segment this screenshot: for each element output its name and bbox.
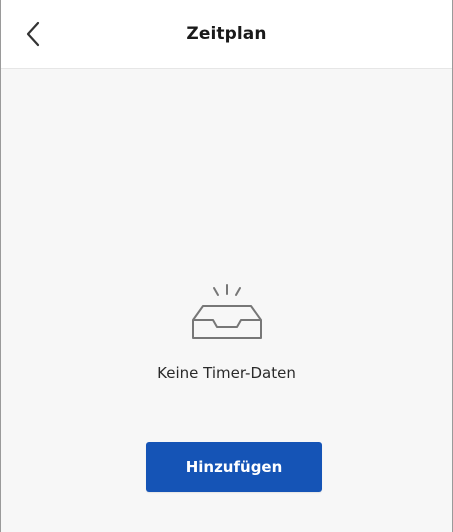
empty-inbox-icon <box>191 284 262 339</box>
chevron-left-icon <box>26 21 40 47</box>
empty-state-message: Keine Timer-Daten <box>157 364 296 382</box>
add-button[interactable]: Hinzufügen <box>146 442 322 492</box>
schedule-screen: Zeitplan Keine Timer-Daten Hinzufügen <box>0 0 453 532</box>
page-title: Zeitplan <box>186 24 267 44</box>
back-button[interactable] <box>17 18 49 50</box>
header-bar: Zeitplan <box>1 0 452 69</box>
empty-state: Keine Timer-Daten <box>1 280 452 382</box>
